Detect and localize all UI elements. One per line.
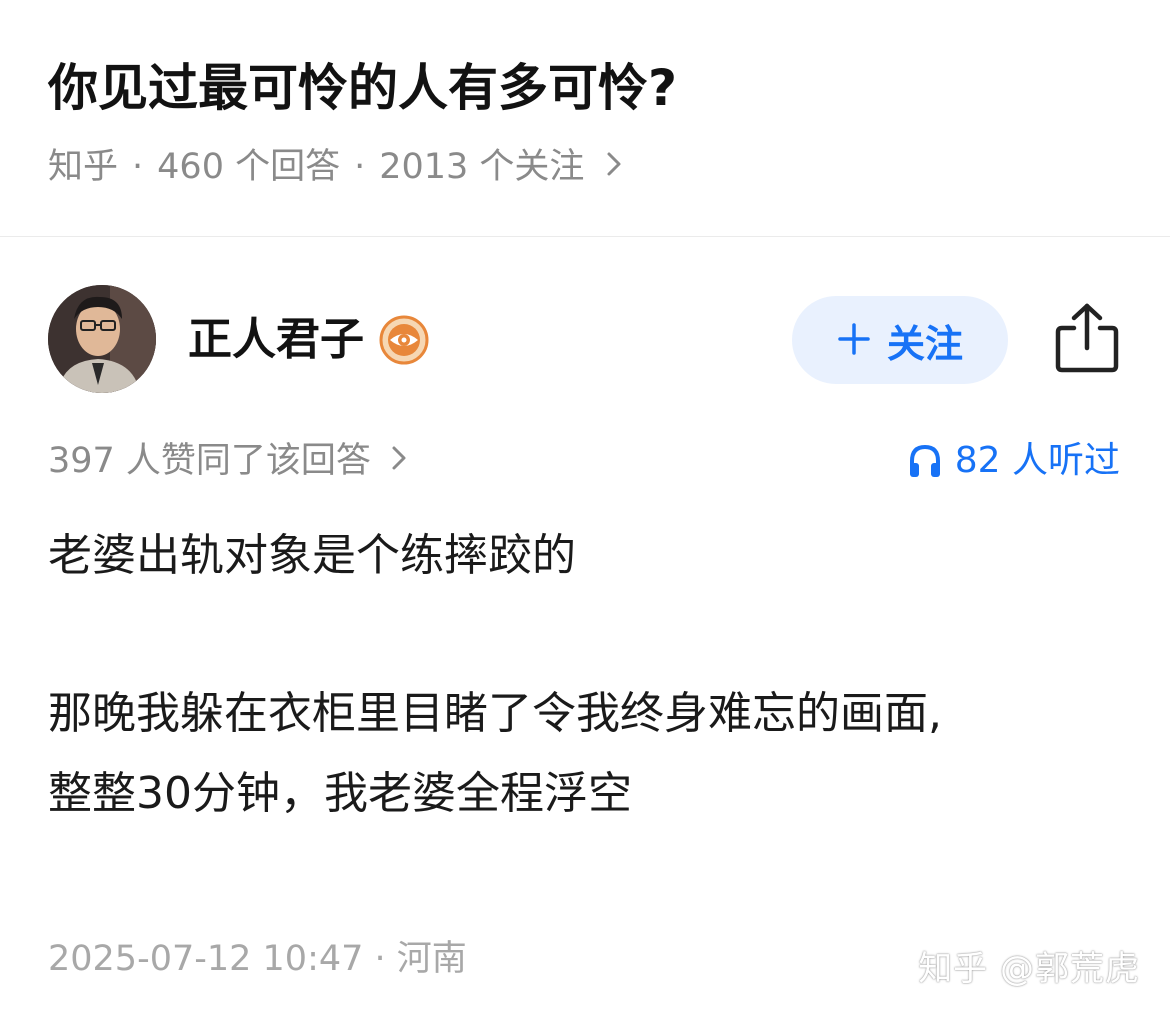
followers-count: 2013 个关注 <box>379 147 585 187</box>
answer-timestamp: 2025-07-12 10:47 · 河南 <box>48 939 467 979</box>
answer-paragraph: 那晚我躲在衣柜里目睹了令我终身难忘的画面, <box>48 688 942 739</box>
answer-paragraph: 整整30分钟，我老婆全程浮空 <box>48 768 632 819</box>
plus-icon <box>837 317 871 363</box>
eye-badge-icon <box>378 314 430 366</box>
share-icon[interactable] <box>1054 302 1120 374</box>
listen-count[interactable]: 82 人听过 <box>907 436 1120 486</box>
author-name[interactable]: 正人君子 <box>188 310 364 370</box>
upvote-count-text: 397 人赞同了该回答 <box>48 441 371 481</box>
section-divider <box>0 236 1170 237</box>
upvote-count-link[interactable]: 397 人赞同了该回答 <box>48 436 407 486</box>
author-avatar[interactable] <box>48 285 156 393</box>
follow-button-label: 关注 <box>886 321 963 366</box>
question-title[interactable]: 你见过最可怜的人有多可怜? <box>48 52 677 124</box>
watermark: 知乎 @郭荒虎 <box>918 949 1140 989</box>
chevron-right-icon <box>391 436 407 486</box>
answers-count: 460 个回答 <box>157 147 341 187</box>
meta-separator: · <box>354 147 366 187</box>
listen-count-text: 82 人听过 <box>954 440 1120 481</box>
source-label: 知乎 <box>48 147 119 187</box>
answer-paragraph: 老婆出轨对象是个练摔跤的 <box>48 530 576 581</box>
question-meta[interactable]: 知乎 · 460 个回答 · 2013 个关注 <box>48 142 622 192</box>
follow-button[interactable]: 关注 <box>792 296 1008 384</box>
headphones-icon <box>909 444 940 477</box>
meta-separator: · <box>132 147 144 187</box>
chevron-right-icon <box>606 142 622 192</box>
